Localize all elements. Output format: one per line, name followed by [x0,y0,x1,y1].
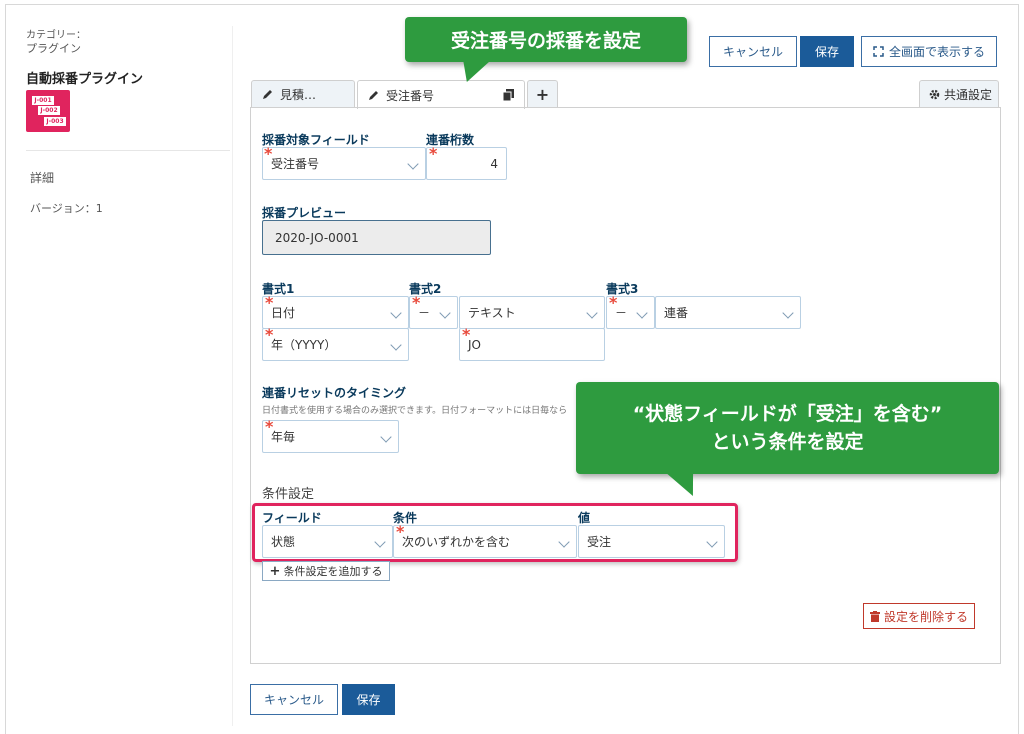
fullscreen-icon [873,46,884,57]
format1-select[interactable]: 日付 [262,296,409,329]
reset-timing-select[interactable]: 年毎 [262,420,399,453]
chevron-down-icon [407,158,419,170]
icon-line-2: J-002 [38,106,60,115]
target-field-select[interactable]: 受注番号 [262,147,426,180]
plugin-name: 自動採番プラグイン [26,72,144,87]
required-icon: * [462,325,471,344]
icon-line-3: J-003 [44,117,66,126]
trash-icon [869,610,880,622]
format1-sub-value: 年（YYYY） [271,338,337,352]
reset-timing-help: 日付書式を使用する場合のみ選択できます。日付フォーマットには日毎なら [262,406,568,416]
tab-order-number-label: 受注番号 [386,88,435,103]
preview-box: 2020-JO-0001 [262,220,491,255]
fullscreen-button[interactable]: 全画面で表示する [861,36,997,67]
target-field-value: 受注番号 [271,157,320,171]
gear-icon [929,89,940,99]
category-label: カテゴリー： [26,30,86,41]
required-icon: * [265,293,274,312]
pencil-icon [263,90,272,99]
preview-label: 採番プレビュー [262,206,347,220]
chevron-down-icon [390,339,402,351]
pencil-icon [369,91,378,100]
detail-link[interactable]: 詳細 [30,169,54,186]
version-text: バージョン：1 [30,202,103,215]
tab-order-number[interactable]: 受注番号 [357,80,525,109]
top-callout-text: 受注番号の採番を設定 [450,30,641,52]
add-condition-label: 条件設定を追加する [283,565,383,578]
format2-value: テキスト [468,306,516,320]
category-value: プラグイン [26,42,81,55]
required-icon: * [412,293,421,312]
format1-value: 日付 [271,306,296,320]
required-icon: * [429,144,438,163]
required-icon: * [265,417,274,436]
fullscreen-label: 全画面で表示する [888,45,985,59]
required-icon: * [264,144,273,163]
delete-settings-label: 設定を削除する [883,609,968,624]
target-field-label: 採番対象フィールド [262,133,370,147]
plugin-icon: J-001 J-002 J-003 [26,90,70,132]
chevron-down-icon [586,307,598,319]
add-tab-button[interactable]: + [527,80,558,107]
chevron-down-icon [390,307,402,319]
reset-timing-label: 連番リセットのタイミング [262,386,407,400]
bottom-callout-line1: “状態フィールドが「受注」を含む” [632,402,943,425]
footer-save-button[interactable]: 保存 [342,684,395,715]
header-cancel-button[interactable]: キャンセル [709,36,797,67]
chevron-down-icon [380,431,392,443]
format3-value: 連番 [664,306,689,320]
condition-highlight-box [252,503,738,562]
required-icon: * [265,325,274,344]
condition-section-label: 条件設定 [262,487,315,502]
format3-select[interactable]: 連番 [655,296,801,329]
header-save-button[interactable]: 保存 [800,36,854,67]
tab-estimate[interactable]: 見積… [251,80,355,107]
digits-value: 4 [490,156,498,171]
top-callout: 受注番号の採番を設定 [405,17,687,62]
chevron-down-icon [439,307,451,319]
required-icon: * [609,293,618,312]
common-settings-label: 共通設定 [944,87,993,102]
plus-icon: + [535,84,550,104]
delete-settings-button[interactable]: 設定を削除する [863,603,975,629]
bottom-callout: “状態フィールドが「受注」を含む” という条件を設定 [576,382,999,474]
format1-sub-select[interactable]: 年（YYYY） [262,328,409,361]
preview-value: 2020-JO-0001 [275,230,359,245]
footer-cancel-button[interactable]: キャンセル [250,684,338,715]
format2-text-input[interactable]: JO [459,328,605,361]
digits-input[interactable]: 4 [426,147,507,180]
sidebar-separator [232,26,233,726]
copy-icon[interactable] [503,89,514,101]
bottom-callout-line2: という条件を設定 [711,431,864,453]
tab-estimate-label: 見積… [280,87,317,102]
chevron-down-icon [782,307,794,319]
common-settings-tab[interactable]: 共通設定 [919,80,999,107]
chevron-down-icon [636,307,648,319]
plus-icon: + [269,563,281,579]
reset-timing-value: 年毎 [271,430,296,444]
sidebar-divider [26,150,230,151]
add-condition-button[interactable]: + 条件設定を追加する [262,561,390,581]
icon-line-1: J-001 [32,96,54,105]
format2-select[interactable]: テキスト [459,296,605,329]
